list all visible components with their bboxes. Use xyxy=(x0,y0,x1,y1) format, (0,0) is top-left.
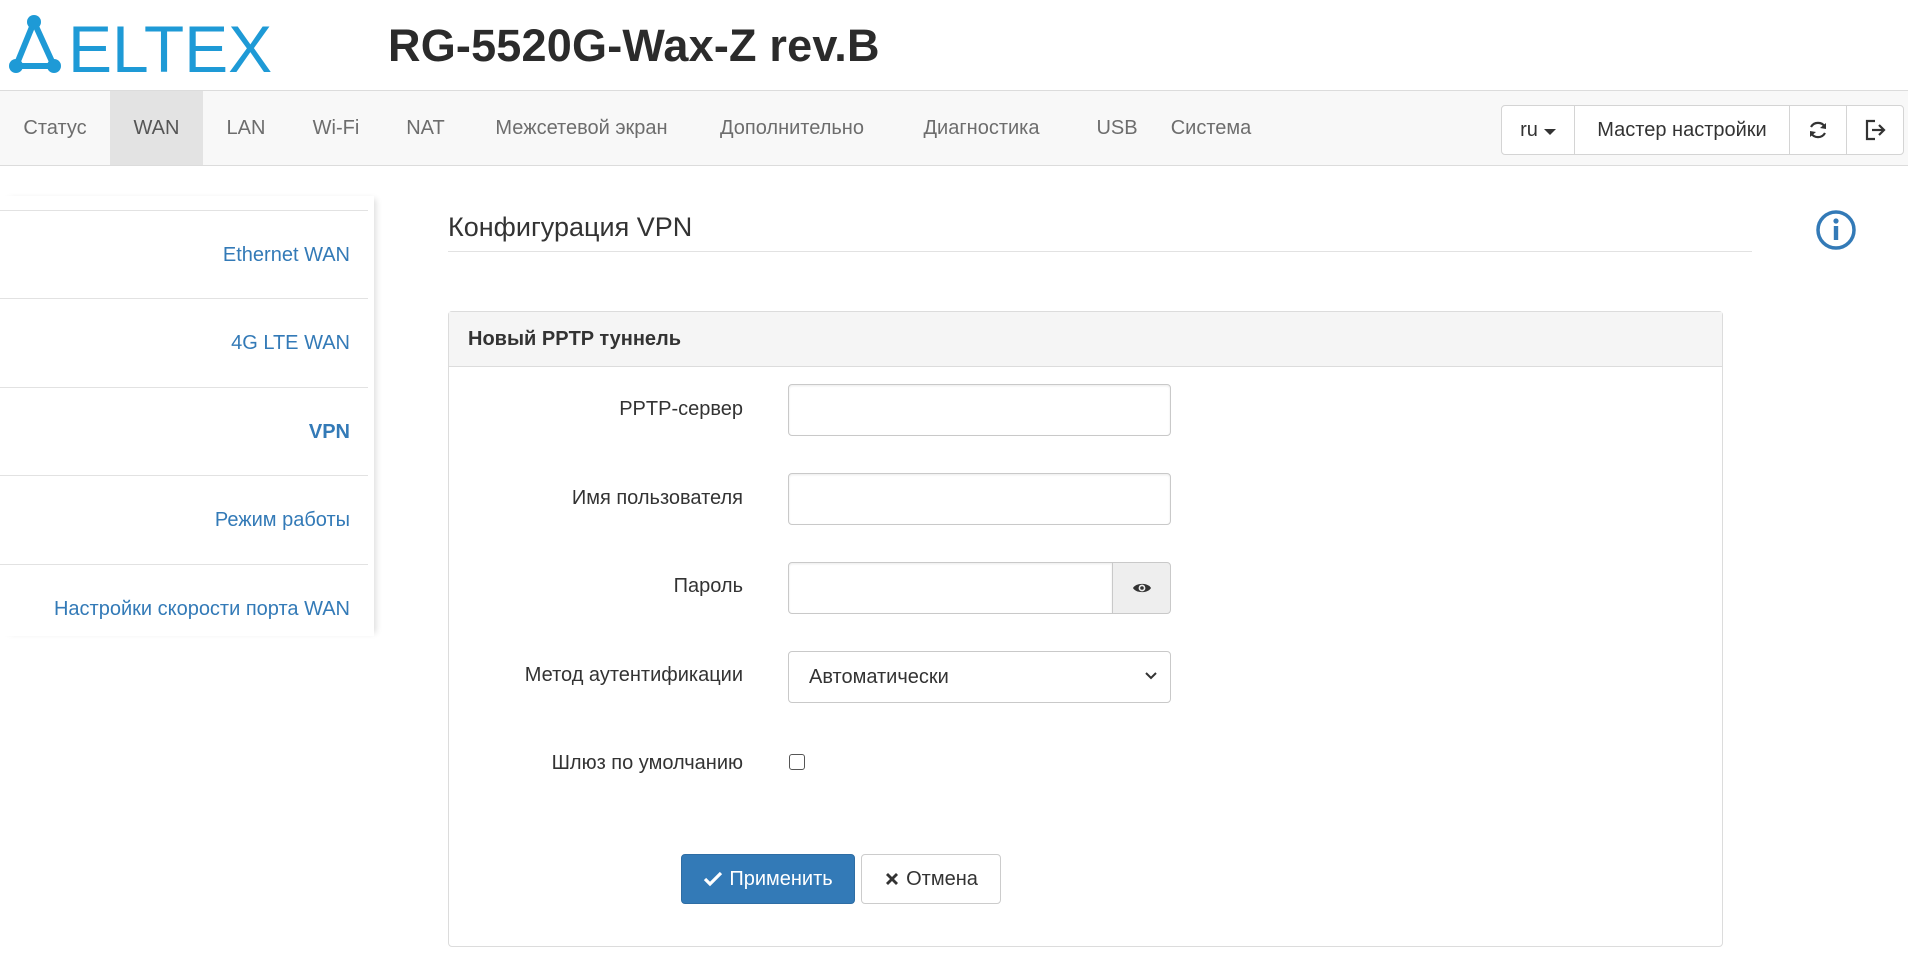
auth-method-select[interactable]: Автоматически xyxy=(788,651,1171,703)
sidebar: Ethernet WAN 4G LTE WAN VPN Режим работы… xyxy=(0,196,374,636)
header: ELTEX RG-5520G-Wax-Z rev.B xyxy=(0,0,1908,90)
show-password-button[interactable] xyxy=(1112,562,1171,614)
caret-down-icon xyxy=(1543,128,1556,135)
default-gateway-checkbox[interactable] xyxy=(789,754,805,770)
refresh-button[interactable] xyxy=(1789,106,1846,154)
password-group xyxy=(788,562,1171,614)
apply-label: Применить xyxy=(729,867,833,890)
cancel-button[interactable]: Отмена xyxy=(861,854,1001,904)
nav-item-system[interactable]: Система xyxy=(1160,91,1262,165)
nav-item-nat[interactable]: NAT xyxy=(383,91,468,165)
brand-text: ELTEX xyxy=(68,14,272,76)
logout-button[interactable] xyxy=(1846,106,1903,154)
nav-item-wan[interactable]: WAN xyxy=(110,91,203,165)
nav-item-firewall[interactable]: Межсетевой экран xyxy=(468,91,695,165)
apply-button[interactable]: Применить xyxy=(681,854,855,904)
sidebar-item-4g-lte-wan[interactable]: 4G LTE WAN xyxy=(0,298,368,386)
panel-heading: Новый PPTP туннель xyxy=(449,312,1722,367)
info-icon[interactable] xyxy=(1814,208,1858,252)
pptp-server-input[interactable] xyxy=(788,384,1171,436)
language-dropdown[interactable]: ru xyxy=(1502,106,1574,154)
nav-item-usb[interactable]: USB xyxy=(1074,91,1160,165)
sidebar-item-mode[interactable]: Режим работы xyxy=(0,475,368,563)
device-model: RG-5520G-Wax-Z rev.B xyxy=(388,20,880,71)
nav-item-lan[interactable]: LAN xyxy=(203,91,289,165)
username-input[interactable] xyxy=(788,473,1171,525)
sidebar-item-wan-port-speed[interactable]: Настройки скорости порта WAN xyxy=(0,564,368,652)
password-input[interactable] xyxy=(788,562,1113,614)
check-icon xyxy=(704,871,723,887)
nav-item-advanced[interactable]: Дополнительно xyxy=(695,91,889,165)
refresh-icon xyxy=(1810,121,1826,139)
chevron-down-icon xyxy=(1145,672,1157,680)
nav-item-wifi[interactable]: Wi-Fi xyxy=(289,91,383,165)
nav-toolbar: ru Мастер настройки xyxy=(1501,105,1904,155)
nav-item-status[interactable]: Статус xyxy=(0,91,110,165)
eltex-logo: ELTEX xyxy=(9,14,272,76)
sidebar-item-vpn[interactable]: VPN xyxy=(0,387,368,475)
eye-icon xyxy=(1132,583,1151,593)
pptp-server-label: PPTP-сервер xyxy=(619,398,743,420)
logout-icon xyxy=(1865,119,1886,141)
auth-method-value: Автоматически xyxy=(809,666,949,688)
setup-wizard-button[interactable]: Мастер настройки xyxy=(1574,106,1789,154)
title-divider xyxy=(448,251,1752,252)
password-label: Пароль xyxy=(673,575,743,597)
auth-method-label: Метод аутентификации xyxy=(524,664,743,686)
default-gateway-label: Шлюз по умолчанию xyxy=(551,752,743,774)
username-label: Имя пользователя xyxy=(571,487,743,509)
page-title: Конфигурация VPN xyxy=(448,212,693,242)
nav-item-diagnostics[interactable]: Диагностика xyxy=(889,91,1074,165)
close-icon xyxy=(886,873,899,885)
cancel-label: Отмена xyxy=(906,867,978,890)
sidebar-item-ethernet-wan[interactable]: Ethernet WAN xyxy=(0,210,368,298)
language-value: ru xyxy=(1520,118,1538,141)
top-navbar: Статус WAN LAN Wi-Fi NAT Межсетевой экра… xyxy=(0,90,1908,166)
